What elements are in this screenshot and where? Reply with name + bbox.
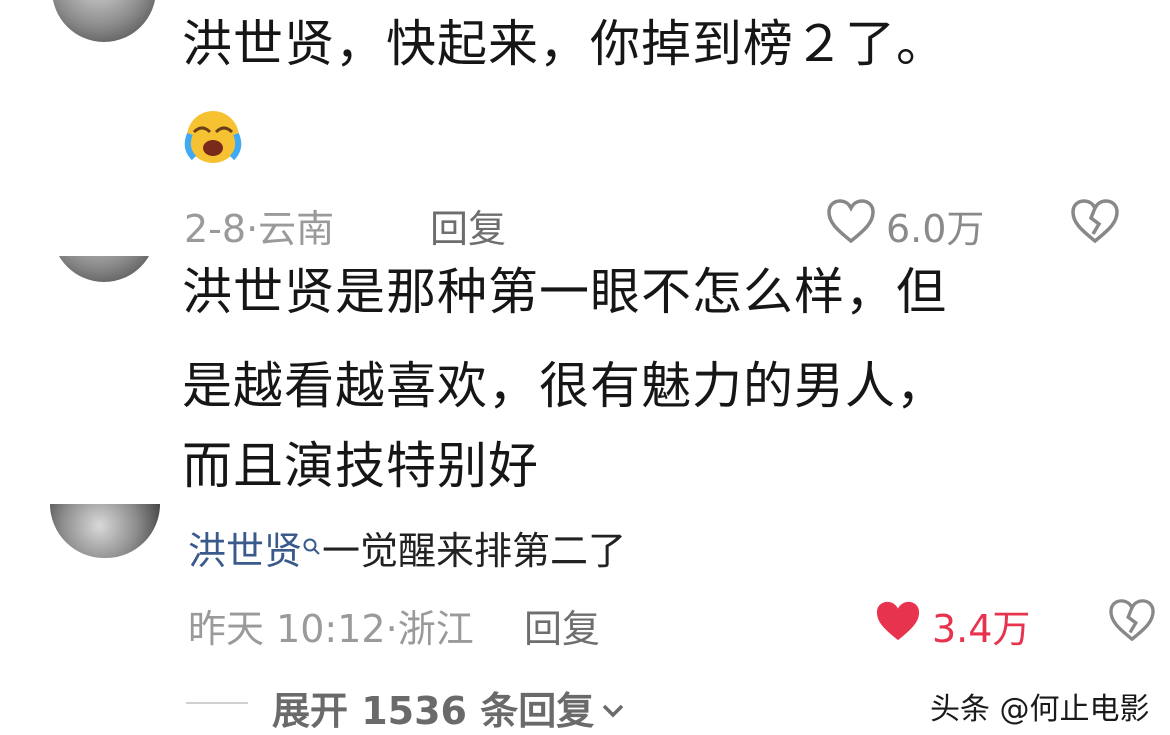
chevron-down-icon <box>600 686 626 730</box>
divider-line <box>186 702 248 704</box>
like-count: 6.0万 <box>886 207 985 251</box>
comment-location: 浙江 <box>397 607 474 651</box>
broken-heart-icon[interactable] <box>1070 198 1120 248</box>
comment-location: 云南 <box>258 207 335 251</box>
expand-replies-button[interactable]: 展开 1536 条回复 <box>272 680 626 735</box>
comment-meta: 昨天 10:12·浙江 <box>188 607 474 651</box>
mention-link[interactable]: 洪世贤 <box>188 529 302 573</box>
like-button[interactable]: 3.4万 <box>874 598 1030 653</box>
watermark: 头条 @何止电影 <box>930 692 1150 727</box>
avatar[interactable] <box>52 256 156 282</box>
heart-outline-icon <box>826 198 876 253</box>
comment-text: 洪世贤，快起来，你掉到榜２了。 <box>182 15 947 73</box>
expand-replies-label: 展开 1536 条回复 <box>272 689 595 733</box>
comment-date: 昨天 10:12 <box>188 607 386 651</box>
reply-body: 一觉醒来排第二了 <box>322 529 627 573</box>
reply-button[interactable]: 回复 <box>524 598 600 653</box>
reply-text: 洪世贤 一觉醒来排第二了 <box>188 520 626 575</box>
comment-date: 2-8 <box>184 207 247 251</box>
comment-text-line: 是越看越喜欢，很有魅力的男人， <box>182 357 947 415</box>
comment-text-line: 而且演技特别好 <box>182 437 539 495</box>
reply-button[interactable]: 回复 <box>430 198 506 253</box>
comment-text-line: 洪世贤是那种第一眼不怎么样，但 <box>182 263 947 321</box>
like-count: 3.4万 <box>932 607 1031 651</box>
avatar[interactable] <box>52 0 156 42</box>
broken-heart-icon[interactable] <box>1108 598 1156 646</box>
search-mini-icon[interactable] <box>302 522 322 566</box>
heart-filled-icon <box>874 599 922 652</box>
comment-meta: 2-8·云南 <box>184 207 335 251</box>
like-button[interactable]: 6.0万 <box>826 198 984 253</box>
avatar[interactable] <box>50 504 160 558</box>
crying-emoji-icon <box>184 108 242 166</box>
